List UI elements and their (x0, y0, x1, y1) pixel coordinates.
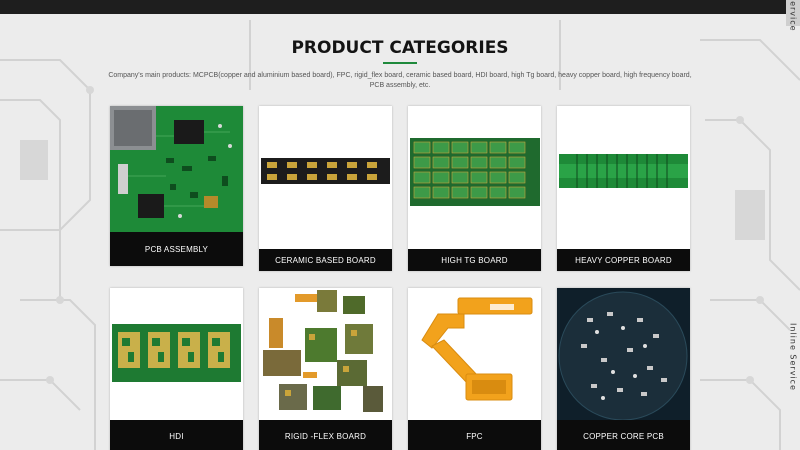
category-label: HEAVY COPPER BOARD (557, 249, 690, 271)
category-label: RIGID -FLEX BOARD (259, 420, 392, 450)
category-card-heavy-copper-board[interactable]: HEAVY COPPER BOARD (557, 106, 690, 271)
pcb-assembly-image (110, 106, 243, 232)
category-card-ceramic-based-board[interactable]: CERAMIC BASED BOARD (259, 106, 392, 271)
category-card-pcb-assembly[interactable]: PCB ASSEMBLY (110, 106, 243, 266)
high-tg-board-image (408, 106, 541, 249)
category-label: HIGH TG BOARD (408, 249, 541, 271)
category-card-copper-core-pcb[interactable]: COPPER CORE PCB (557, 288, 690, 450)
category-label: COPPER CORE PCB (557, 420, 690, 450)
section-description: Company's main products: MCPCB(copper an… (108, 72, 692, 89)
section-title: PRODUCT CATEGORIES (291, 38, 509, 58)
top-navigation-bar (0, 0, 800, 14)
category-card-rigid-flex-board[interactable]: RIGID -FLEX BOARD (259, 288, 392, 450)
category-card-high-tg-board[interactable]: HIGH TG BOARD (408, 106, 541, 271)
inline-service-label: Inline Service (788, 323, 798, 391)
category-label: FPC (408, 420, 541, 450)
category-card-hdi[interactable]: HDI (110, 288, 243, 450)
ceramic-board-image (259, 106, 392, 249)
category-label: PCB ASSEMBLY (110, 232, 243, 266)
inline-service-tab[interactable]: Inline Service (786, 322, 800, 392)
fpc-image (408, 288, 541, 420)
rigid-flex-board-image (259, 288, 392, 420)
copper-core-pcb-image (557, 288, 690, 420)
category-card-fpc[interactable]: FPC (408, 288, 541, 450)
category-label: HDI (110, 420, 243, 450)
hdi-board-image (110, 288, 243, 420)
heavy-copper-board-image (557, 106, 690, 249)
title-underline (383, 62, 417, 64)
category-label: CERAMIC BASED BOARD (259, 249, 392, 271)
service-side-tab[interactable]: Service (786, 0, 800, 31)
service-tab-label: Service (788, 0, 798, 32)
